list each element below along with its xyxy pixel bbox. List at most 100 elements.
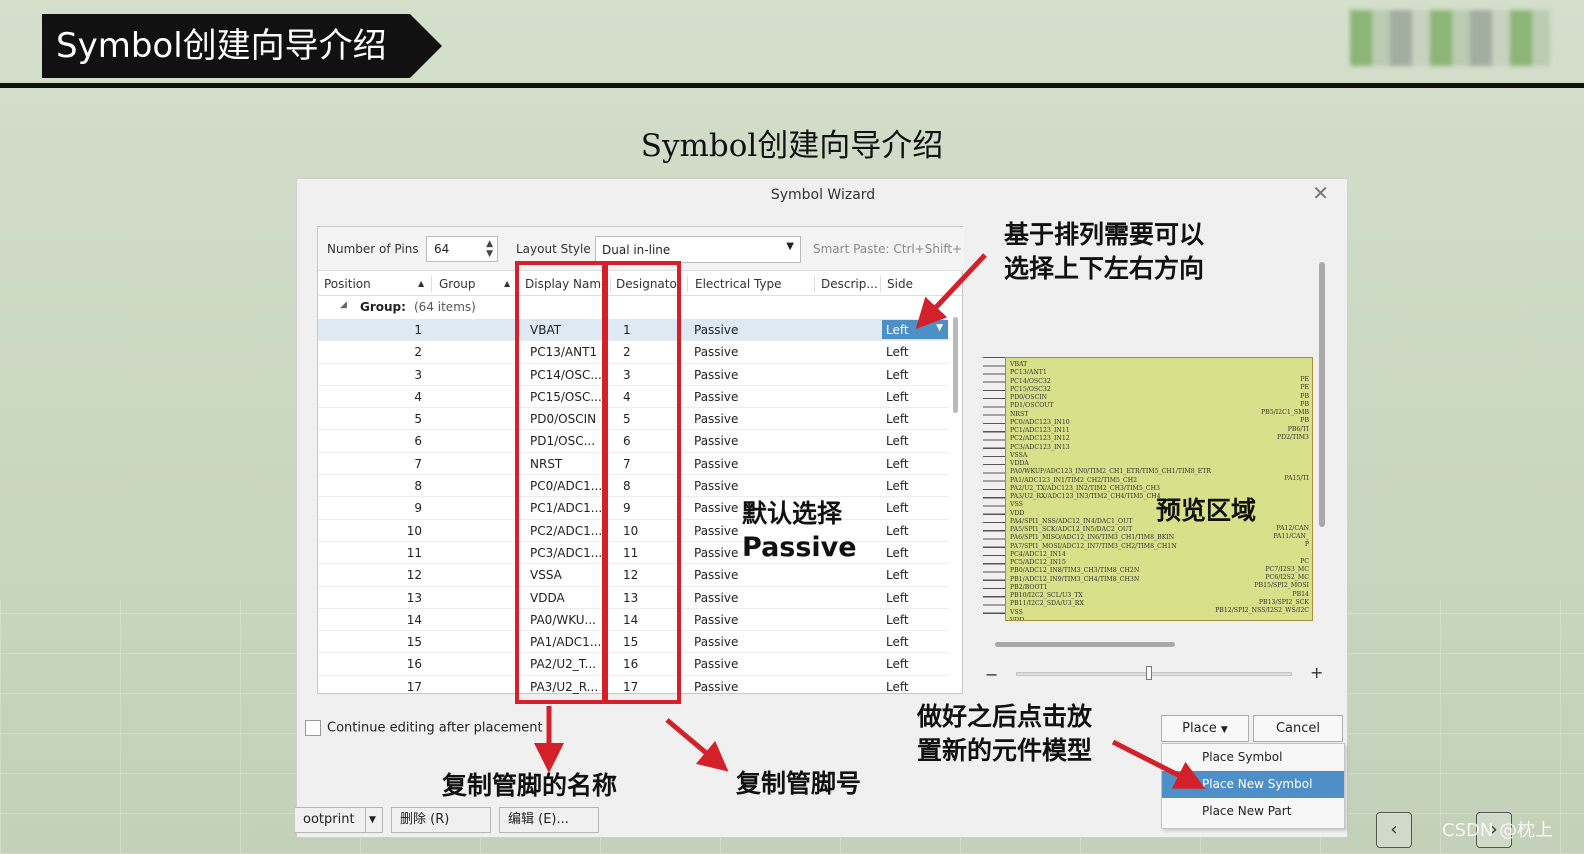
cell-position: 17 <box>406 679 422 694</box>
symbol-pin-label: PB14 <box>1292 590 1309 598</box>
cell-side: Left <box>886 412 909 427</box>
layout-style-label: Layout Style <box>516 242 591 256</box>
cell-position: 16 <box>406 657 422 672</box>
cell-electrical-type: Passive <box>694 590 739 605</box>
col-description[interactable]: Descrip... <box>821 277 879 291</box>
cell-position: 3 <box>414 367 422 382</box>
layout-style-select[interactable]: Dual in-line ▼ <box>595 236 801 263</box>
annotation-passive: 默认选择 Passive <box>742 499 857 563</box>
cell-electrical-type: Passive <box>694 612 739 627</box>
pins-count-value: 64 <box>434 242 450 256</box>
cancel-button[interactable]: Cancel <box>1253 715 1343 742</box>
zoom-in-icon[interactable]: + <box>1310 663 1323 682</box>
symbol-pin-label: PA0/WKUP/ADC123_IN0/TIM2_CH1_ETR/TIM5_CH… <box>1010 468 1212 476</box>
symbol-body: VBAT PC13/ANT1 PC14/OSC32 PC15/OSC32 PD0/OSC… <box>1005 357 1313 621</box>
cell-side: Left <box>886 523 909 538</box>
symbol-pin-label: VSS <box>1010 608 1023 616</box>
side-select[interactable]: Left ▼ <box>882 320 948 339</box>
preview-vscrollbar[interactable] <box>1319 262 1325 552</box>
symbol-pin-label: PC5/ADC12_IN15 <box>1010 559 1066 566</box>
layout-style-value: Dual in-line <box>602 243 671 257</box>
cell-position: 14 <box>406 612 422 627</box>
symbol-pin-label: PB6/TI <box>1287 425 1309 433</box>
zoom-slider-handle[interactable] <box>1145 666 1152 680</box>
sort-asc-icon[interactable]: ▲ <box>418 279 424 288</box>
chevron-down-icon[interactable]: ▼ <box>365 807 383 833</box>
cell-electrical-type: Passive <box>694 389 739 404</box>
cell-position: 1 <box>414 323 422 337</box>
cell-side: Left <box>886 679 909 694</box>
cell-electrical-type: Passive <box>694 479 739 494</box>
cell-position: 4 <box>414 389 422 404</box>
symbol-pin-label: PB0/ADC12_IN8/TIM3_CH3/TIM8_CH2N <box>1010 567 1140 575</box>
place-button[interactable]: Place ▼ <box>1161 715 1249 742</box>
cell-side: Left <box>886 367 909 382</box>
place-label: Place <box>1182 721 1217 736</box>
slide-banner-title: Symbol创建向导介绍 <box>42 14 442 78</box>
cell-side: Left <box>886 590 909 605</box>
zoom-out-icon[interactable]: − <box>985 665 998 684</box>
menu-place-new-part[interactable]: Place New Part <box>1162 798 1344 825</box>
symbol-pin-label: PB1/ADC12_IN9/TIM3_CH4/TIM8_CH3N <box>1010 575 1140 583</box>
symbol-pin-label: PC <box>1300 557 1309 565</box>
col-group[interactable]: Group <box>439 277 476 291</box>
collapse-triangle-icon[interactable]: ◢ <box>340 300 347 310</box>
cell-side: Left <box>886 479 909 494</box>
cell-position: 7 <box>414 456 422 471</box>
menu-place-symbol[interactable]: Place Symbol <box>1162 744 1344 771</box>
symbol-pin-label: NRST <box>1010 410 1029 418</box>
slide-subtitle: Symbol创建向导介绍 <box>640 128 944 164</box>
symbol-pin-label: PC4/ADC12_IN14 <box>1010 550 1066 558</box>
symbol-pin-label: PD2/TIM3 <box>1277 433 1309 441</box>
stepper-arrows-icon[interactable]: ▲ ▼ <box>486 239 493 259</box>
cell-side: Left <box>886 657 909 672</box>
cell-side: Left <box>886 501 909 516</box>
preview-pin-lines <box>983 357 1005 621</box>
symbol-pin-label: PC13/ANT1 <box>1010 369 1047 377</box>
symbol-pin-label <box>1215 450 1309 458</box>
pins-count-stepper[interactable]: 64 ▲ ▼ <box>426 236 498 262</box>
display-name-highlight <box>515 261 606 704</box>
scrollbar-thumb[interactable] <box>953 317 958 413</box>
watermark: CSDN @枕上 <box>1442 820 1554 841</box>
symbol-pin-label: PC2/ADC123_IN12 <box>1010 435 1070 443</box>
symbol-pin-label: PB <box>1300 417 1309 425</box>
col-side[interactable]: Side <box>887 277 913 291</box>
annotation-place-new: 做好之后点击放 置新的元件模型 <box>917 702 1093 765</box>
sort-asc-icon[interactable]: ▲ <box>504 279 510 288</box>
symbol-pin-label: PC14/OSC32 <box>1010 377 1051 385</box>
top-divider <box>0 83 1584 88</box>
table-scrollbar[interactable] <box>951 297 961 693</box>
preview-hscrollbar[interactable] <box>995 641 1305 649</box>
delete-button[interactable]: 删除 (R) <box>391 807 491 833</box>
cell-side: Left <box>886 389 909 404</box>
symbol-pin-label: PC1/ADC123_IN11 <box>1010 427 1070 434</box>
symbol-pin-label: PA15/TI <box>1284 475 1309 482</box>
checkbox-box[interactable] <box>305 720 321 736</box>
cell-electrical-type: Passive <box>694 323 739 337</box>
chevron-down-icon: ▼ <box>786 241 794 252</box>
cell-position: 11 <box>406 545 422 560</box>
group-count: (64 items) <box>414 300 476 314</box>
cell-position: 8 <box>414 479 422 494</box>
chevron-down-icon: ▼ <box>936 323 943 333</box>
scrollbar-thumb[interactable] <box>1319 262 1325 527</box>
col-electrical-type[interactable]: Electrical Type <box>695 277 782 291</box>
prev-slide-button[interactable]: ‹ <box>1376 812 1412 848</box>
edit-button[interactable]: 编辑 (E)... <box>499 807 599 833</box>
scrollbar-thumb[interactable] <box>995 642 1175 647</box>
cell-position: 15 <box>406 635 422 650</box>
cell-electrical-type: Passive <box>694 367 739 382</box>
cell-side: Left <box>886 612 909 627</box>
symbol-pin-label: PB <box>1300 400 1309 408</box>
cell-side: Left <box>886 568 909 583</box>
continue-editing-checkbox[interactable]: Continue editing after placement <box>305 720 543 736</box>
cell-electrical-type: Passive <box>694 412 739 427</box>
symbol-pin-label: PE <box>1300 384 1309 392</box>
col-position[interactable]: Position <box>324 277 371 291</box>
zoom-slider[interactable] <box>1016 672 1292 676</box>
symbol-pin-label: PC3/ADC123_IN13 <box>1010 443 1070 451</box>
menu-place-new-symbol[interactable]: Place New Symbol <box>1162 771 1344 798</box>
close-icon[interactable]: ✕ <box>1312 181 1329 205</box>
symbol-pin-label: VBAT <box>1010 361 1028 368</box>
